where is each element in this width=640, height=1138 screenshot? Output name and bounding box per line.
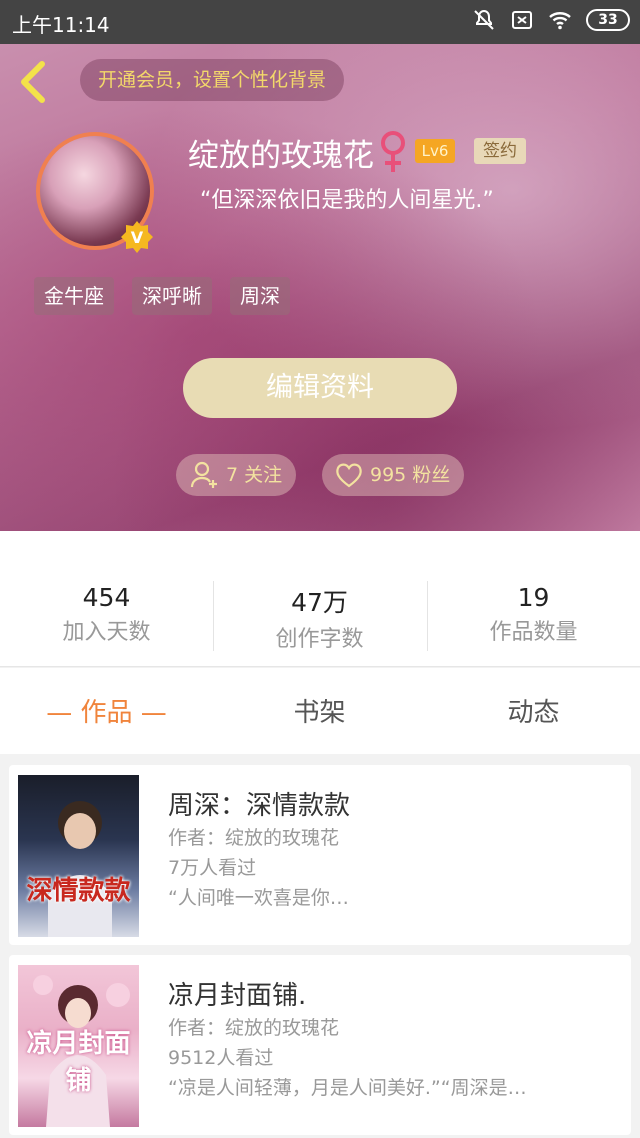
signed-badge: 签约	[474, 138, 526, 164]
stat-value: 454	[82, 583, 131, 612]
cover-title: 深情款款	[26, 876, 131, 906]
following-button[interactable]: 7 关注	[176, 454, 296, 496]
tab-works[interactable]: — 作品 —	[0, 692, 213, 729]
stat-word-count: 47万 创作字数	[213, 583, 426, 653]
status-bar: 上午11:14 33	[0, 0, 640, 44]
stat-label: 创作字数	[275, 627, 364, 652]
stat-label: 加入天数	[62, 620, 151, 645]
tag-item[interactable]: 金牛座	[34, 277, 114, 315]
work-card[interactable]: 凉月封面铺 凉月封面铺. 作者：绽放的玫瑰花 9512人看过 “凉是人间轻薄，月…	[9, 955, 631, 1135]
status-time: 上午11:14	[12, 13, 110, 37]
heart-icon	[336, 463, 362, 488]
fans-label: 995 粉丝	[370, 464, 451, 486]
tab-bookshelf[interactable]: 书架	[213, 692, 426, 729]
work-author: 作者：绽放的玫瑰花	[168, 827, 340, 849]
tag-item[interactable]: 深呼晰	[132, 277, 212, 315]
edit-profile-button[interactable]: 编辑资料	[183, 358, 457, 418]
wifi-icon	[549, 12, 571, 30]
stat-value: 47万	[291, 588, 348, 617]
username: 绽放的玫瑰花	[188, 138, 374, 174]
female-gender-icon	[381, 131, 405, 172]
work-title[interactable]: 凉月封面铺.	[168, 975, 306, 1012]
work-views: 9512人看过	[168, 1047, 274, 1069]
profile-tabs: — 作品 — 书架 动态	[0, 668, 640, 754]
profile-header: 开通会员，设置个性化背景 V 绽放的玫瑰花 Lv6 签约 “但深深依旧是我的人间…	[0, 44, 640, 531]
profile-stats: 454 加入天数 47万 创作字数 19 作品数量	[0, 531, 640, 667]
tag-list: 金牛座 深呼晰 周深	[34, 277, 290, 315]
works-list: 深情款款 周深：深情款款 作者：绽放的玫瑰花 7万人看过 “人间唯一欢喜是你… …	[0, 754, 640, 1138]
battery-indicator: 33	[586, 9, 630, 31]
vip-background-prompt[interactable]: 开通会员，设置个性化背景	[80, 59, 345, 101]
work-card[interactable]: 深情款款 周深：深情款款 作者：绽放的玫瑰花 7万人看过 “人间唯一欢喜是你…	[9, 765, 631, 945]
book-cover[interactable]: 凉月封面铺	[18, 965, 139, 1127]
cover-figure-icon	[48, 801, 112, 937]
tag-item[interactable]: 周深	[230, 277, 290, 315]
svg-text:V: V	[131, 228, 144, 247]
work-title[interactable]: 周深：深情款款	[168, 785, 350, 822]
level-badge: Lv6	[415, 139, 455, 163]
verified-v-badge-icon: V	[121, 221, 153, 253]
mute-bell-icon	[474, 9, 494, 30]
tab-activity[interactable]: 动态	[427, 692, 640, 729]
work-description: “人间唯一欢喜是你…	[168, 887, 349, 909]
status-icons: 33	[472, 8, 630, 32]
back-arrow-icon[interactable]	[14, 58, 54, 106]
fans-button[interactable]: 995 粉丝	[322, 454, 464, 496]
work-views: 7万人看过	[168, 857, 257, 879]
add-user-icon	[190, 461, 217, 488]
cover-title: 凉月封面铺	[26, 1029, 131, 1096]
stat-value: 19	[517, 583, 550, 612]
following-label: 7 关注	[226, 464, 283, 486]
work-description: “凉是人间轻薄，月是人间美好.”“周深是…	[168, 1077, 527, 1099]
work-author: 作者：绽放的玫瑰花	[168, 1017, 340, 1039]
stat-label: 作品数量	[489, 620, 578, 645]
no-sim-icon	[512, 11, 532, 29]
stat-days-joined: 454 加入天数	[0, 583, 213, 646]
book-cover[interactable]: 深情款款	[18, 775, 139, 937]
stat-works-count: 19 作品数量	[427, 583, 640, 646]
profile-motto: “但深深依旧是我的人间星光.”	[200, 188, 494, 213]
